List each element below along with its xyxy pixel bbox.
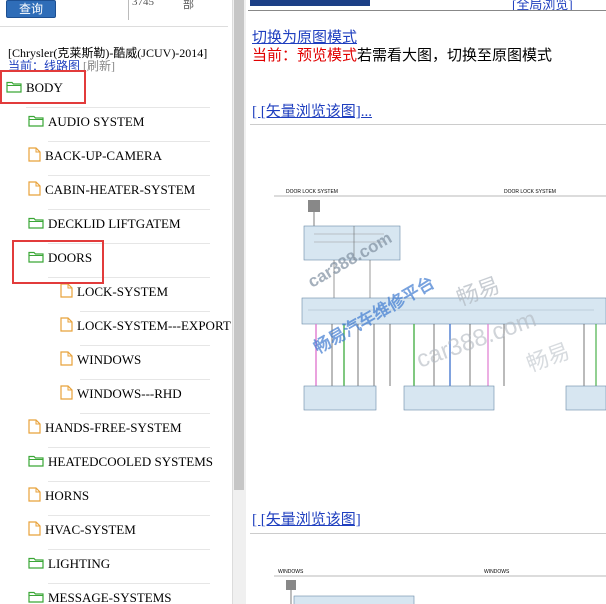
divider xyxy=(0,26,228,27)
vector-view-link-2[interactable]: [ [矢量浏览该图] xyxy=(252,508,361,529)
wiring-diagram-image[interactable]: DOOR LOCK SYSTEM DOOR LOCK SYSTEM xyxy=(274,186,606,426)
diagram-title: WINDOWS xyxy=(278,569,304,575)
tree-item[interactable]: MESSAGE-SYSTEMS xyxy=(28,587,172,604)
tree-separator xyxy=(80,379,210,380)
tree-separator xyxy=(48,447,210,448)
tree-item-label: WINDOWS xyxy=(77,352,142,367)
document-icon xyxy=(28,520,41,540)
divider xyxy=(248,10,606,11)
vector-view-link[interactable]: [ [矢量浏览该图]... xyxy=(252,100,372,121)
document-icon xyxy=(28,418,41,438)
diagram-title: WINDOWS xyxy=(484,569,510,575)
tree-item[interactable]: LIGHTING xyxy=(28,553,110,575)
document-icon xyxy=(60,384,73,404)
tree-item-label: LOCK-SYSTEM---EXPORT xyxy=(77,318,231,333)
preview-mode-label: 当前：预览模式 xyxy=(252,48,358,64)
folder-icon xyxy=(28,454,44,471)
tree-item-label: HANDS-FREE-SYSTEM xyxy=(45,420,182,435)
highlight-box-doors xyxy=(12,240,104,284)
document-icon xyxy=(60,282,73,302)
tree-separator xyxy=(48,583,210,584)
preview-mode-notice: 当前：预览模式若需看大图，切换至原图模式 xyxy=(252,44,552,65)
scrollbar-thumb[interactable] xyxy=(234,0,244,490)
folder-icon xyxy=(28,216,44,233)
document-icon xyxy=(60,350,73,370)
document-icon xyxy=(28,486,41,506)
tree-item-label: HEATEDCOOLED SYSTEMS xyxy=(48,454,214,469)
content-panel: [全局浏览] 切换为原图模式 当前：预览模式若需看大图，切换至原图模式 [ [矢… xyxy=(248,0,606,604)
tree-item-label: MESSAGE-SYSTEMS xyxy=(48,590,172,604)
tree-item-label: LIGHTING xyxy=(48,556,111,571)
tree-item-label: CABIN-HEATER-SYSTEM xyxy=(45,182,196,197)
divider xyxy=(250,533,606,534)
tree-separator xyxy=(48,141,210,142)
tree-item[interactable]: WINDOWS---RHD xyxy=(60,383,182,405)
tree-item[interactable]: LOCK-SYSTEM xyxy=(60,281,168,303)
page-count: 3745 xyxy=(132,0,154,8)
folder-icon xyxy=(28,590,44,604)
top-right-link[interactable]: [全局浏览] xyxy=(512,0,573,13)
folder-icon xyxy=(28,556,44,573)
tree-item[interactable]: AUDIO SYSTEM xyxy=(28,111,144,133)
divider xyxy=(250,124,606,125)
refresh-link[interactable]: [刷新] xyxy=(83,59,115,73)
document-icon xyxy=(28,180,41,200)
folder-icon xyxy=(28,114,44,131)
tree-separator xyxy=(48,209,210,210)
diagram-title: DOOR LOCK SYSTEM xyxy=(504,189,556,195)
tree-item-label: LOCK-SYSTEM xyxy=(77,284,169,299)
tree-separator xyxy=(80,345,210,346)
tree-item-label: HORNS xyxy=(45,488,90,503)
tree-separator xyxy=(48,549,210,550)
tree-separator xyxy=(80,413,210,414)
tree-item[interactable]: HANDS-FREE-SYSTEM xyxy=(28,417,182,439)
tree-item[interactable]: WINDOWS xyxy=(60,349,141,371)
tree-item[interactable]: HORNS xyxy=(28,485,89,507)
tree-item[interactable]: BACK-UP-CAMERA xyxy=(28,145,162,167)
highlight-box-body xyxy=(0,70,86,104)
tree-item-label: DECKLID LIFTGATEM xyxy=(48,216,181,231)
tree-item-label: HVAC-SYSTEM xyxy=(45,522,136,537)
tree-item[interactable]: CABIN-HEATER-SYSTEM xyxy=(28,179,195,201)
diagram-title: DOOR LOCK SYSTEM xyxy=(286,189,338,195)
tree-item-label: AUDIO SYSTEM xyxy=(48,114,145,129)
tree-item[interactable]: HVAC-SYSTEM xyxy=(28,519,136,541)
top-nav-bar xyxy=(250,0,370,6)
tree-panel: 查询 3745 部 [Chrysler(克莱斯勒)-酷威(JCUV)-2014]… xyxy=(0,0,232,604)
tree-separator xyxy=(80,311,210,312)
document-icon xyxy=(60,316,73,336)
tree-separator xyxy=(26,107,210,108)
tree-item-label: BACK-UP-CAMERA xyxy=(45,148,163,163)
tree-separator xyxy=(48,481,210,482)
tree-item[interactable]: DECKLID LIFTGATEM xyxy=(28,213,181,235)
query-button[interactable]: 查询 xyxy=(6,0,56,18)
document-icon xyxy=(28,146,41,166)
page-count-suffix: 部 xyxy=(183,0,194,11)
tree-item-label: WINDOWS---RHD xyxy=(77,386,182,401)
wiring-diagram-image-2[interactable]: WINDOWS WINDOWS xyxy=(274,566,606,604)
preview-mode-hint: 若需看大图，切换至原图模式 xyxy=(357,48,553,64)
tree-item[interactable]: LOCK-SYSTEM---EXPORT xyxy=(60,315,231,337)
divider xyxy=(128,0,129,20)
tree-separator xyxy=(48,175,210,176)
tree-separator xyxy=(48,515,210,516)
tree-item[interactable]: HEATEDCOOLED SYSTEMS xyxy=(28,451,213,473)
